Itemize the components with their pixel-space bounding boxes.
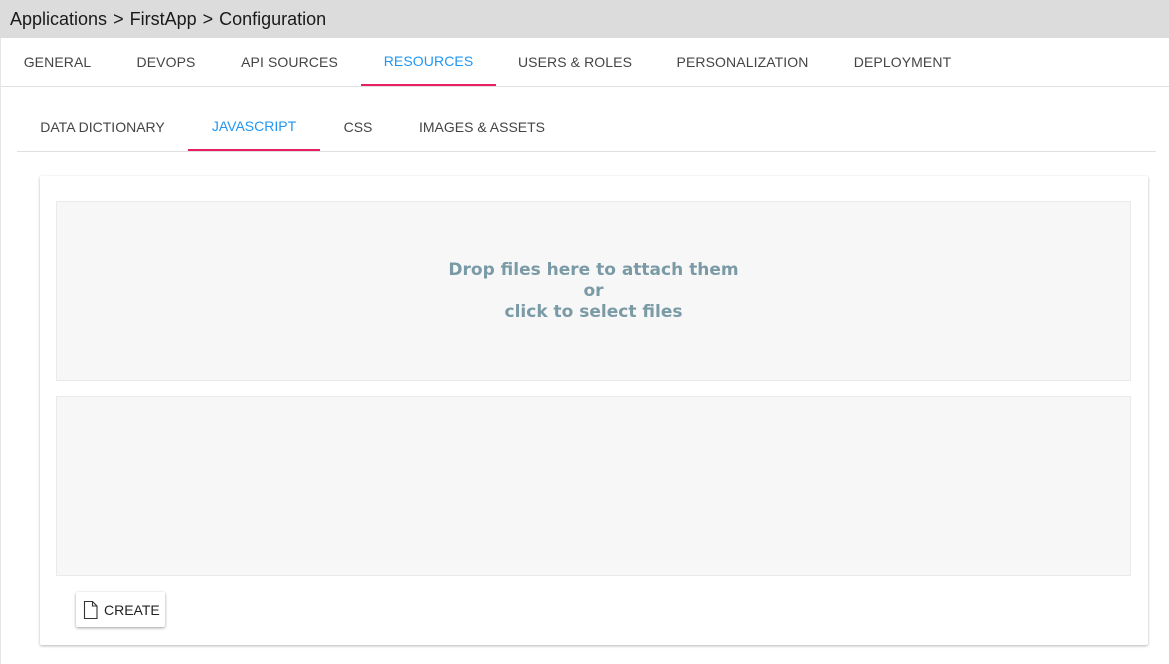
create-button[interactable]: CREATE <box>76 592 165 627</box>
subtab-images-assets[interactable]: IMAGES & ASSETS <box>396 102 568 151</box>
javascript-file-list <box>56 396 1131 576</box>
dropzone-text-line1: Drop files here to attach them <box>448 259 739 280</box>
subtab-css[interactable]: CSS <box>320 102 396 151</box>
tab-personalization[interactable]: PERSONALIZATION <box>654 38 831 86</box>
breadcrumb-separator: > <box>202 8 214 29</box>
breadcrumb: Applications > FirstApp > Configuration <box>0 0 1169 38</box>
dropzone-text-line2: or <box>583 280 604 301</box>
create-button-label: CREATE <box>104 601 160 618</box>
breadcrumb-item-firstapp[interactable]: FirstApp <box>130 9 197 30</box>
tab-resources[interactable]: RESOURCES <box>361 38 496 86</box>
subtab-javascript[interactable]: JAVASCRIPT <box>188 102 320 151</box>
tab-devops[interactable]: DEVOPS <box>114 38 218 86</box>
tab-general[interactable]: GENERAL <box>1 38 114 86</box>
configuration-page: GENERAL DEVOPS API SOURCES RESOURCES USE… <box>0 38 1169 664</box>
javascript-resources-card: Drop files here to attach them or click … <box>40 176 1148 645</box>
breadcrumb-item-configuration: Configuration <box>219 8 327 29</box>
tab-deployment[interactable]: DEPLOYMENT <box>831 38 974 86</box>
breadcrumb-separator: > <box>113 8 124 29</box>
dropzone-text-line3: click to select files <box>504 301 683 322</box>
subtab-data-dictionary[interactable]: DATA DICTIONARY <box>17 102 188 151</box>
file-icon <box>82 600 99 620</box>
file-dropzone[interactable]: Drop files here to attach them or click … <box>56 201 1131 381</box>
main-tab-bar: GENERAL DEVOPS API SOURCES RESOURCES USE… <box>1 38 1169 87</box>
tab-api-sources[interactable]: API SOURCES <box>218 38 361 86</box>
resources-sub-tab-bar: DATA DICTIONARY JAVASCRIPT CSS IMAGES & … <box>17 102 1156 152</box>
tab-users-roles[interactable]: USERS & ROLES <box>496 38 654 86</box>
breadcrumb-item-applications[interactable]: Applications <box>10 9 107 30</box>
